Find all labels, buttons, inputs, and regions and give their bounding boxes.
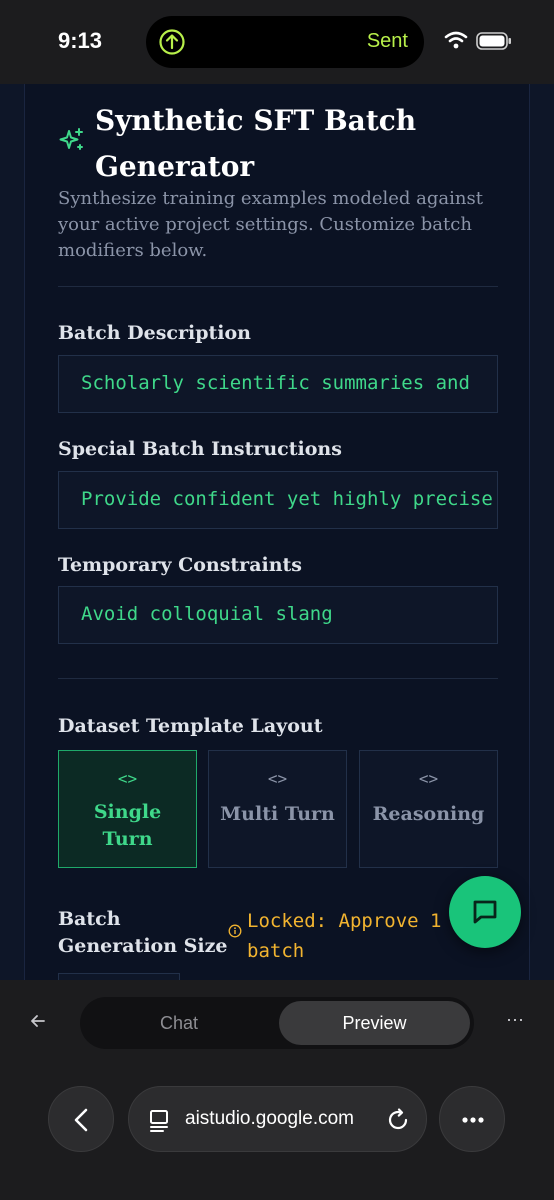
batch-size-label: Batch Generation Size — [58, 908, 228, 957]
batch-description-label: Batch Description — [58, 322, 251, 344]
ellipsis-icon — [462, 1117, 484, 1123]
chat-fab-button[interactable] — [449, 876, 521, 948]
temporary-constraints-input[interactable]: Avoid colloquial slang — [58, 586, 498, 644]
layout-option-label: Single Turn — [93, 801, 162, 850]
layout-option-label: Reasoning — [372, 803, 485, 825]
status-time: 9:13 — [58, 28, 103, 53]
batch-size-input[interactable] — [58, 973, 180, 980]
divider — [58, 286, 498, 287]
code-icon: <> — [418, 769, 439, 788]
divider — [58, 678, 498, 679]
browser-more-button[interactable] — [439, 1086, 505, 1152]
chevron-left-icon — [74, 1108, 88, 1132]
special-instructions-value: Provide confident yet highly precise — [81, 488, 493, 510]
browser-toolbar: Chat Preview ⋯ aistudio.google.com — [0, 980, 554, 1200]
page-title: Synthetic SFT Batch Generator — [95, 104, 417, 183]
chat-bubble-icon — [473, 900, 497, 924]
special-instructions-input[interactable]: Provide confident yet highly precise — [58, 471, 498, 529]
address-bar[interactable]: aistudio.google.com — [128, 1086, 427, 1152]
batch-size-lock-message: Locked: Approve 1 batch — [247, 910, 442, 962]
status-bar: 9:13 Sent — [0, 0, 554, 84]
battery-icon — [476, 32, 511, 50]
sparkle-icon — [59, 128, 83, 150]
tab-preview[interactable]: Preview — [279, 1001, 470, 1045]
temporary-constraints-value: Avoid colloquial slang — [81, 603, 333, 625]
generator-card: Synthetic SFT Batch Generator Synthesize… — [24, 84, 530, 980]
layout-option-single-turn[interactable]: <> Single Turn — [58, 750, 197, 868]
code-icon: <> — [267, 769, 288, 788]
wifi-icon — [444, 31, 468, 49]
reload-icon[interactable] — [385, 1107, 411, 1133]
web-content: Synthetic SFT Batch Generator Synthesize… — [0, 84, 554, 980]
activity-label: Sent — [366, 30, 408, 52]
view-switcher: Chat Preview — [80, 997, 474, 1049]
code-icon: <> — [117, 769, 138, 788]
upload-icon — [159, 29, 185, 55]
page-subtitle: Synthesize training examples modeled aga… — [58, 188, 483, 261]
browser-back-button[interactable] — [48, 1086, 114, 1152]
layout-option-label: Multi Turn — [220, 803, 335, 825]
more-icon[interactable]: ⋯ — [506, 1010, 525, 1031]
template-layout-label: Dataset Template Layout — [58, 715, 323, 737]
special-instructions-label: Special Batch Instructions — [58, 438, 342, 460]
url-text[interactable]: aistudio.google.com — [185, 1108, 354, 1130]
layout-option-reasoning[interactable]: <> Reasoning — [359, 750, 498, 868]
temporary-constraints-label: Temporary Constraints — [58, 554, 303, 576]
tabs-icon[interactable] — [149, 1108, 173, 1132]
batch-description-input[interactable]: Scholarly scientific summaries and — [58, 355, 498, 413]
tab-chat[interactable]: Chat — [80, 997, 278, 1049]
back-arrow-icon[interactable] — [28, 1011, 48, 1031]
batch-description-value: Scholarly scientific summaries and — [81, 372, 470, 394]
dynamic-island[interactable]: Sent — [146, 16, 424, 68]
info-icon — [228, 924, 242, 938]
layout-option-multi-turn[interactable]: <> Multi Turn — [208, 750, 347, 868]
